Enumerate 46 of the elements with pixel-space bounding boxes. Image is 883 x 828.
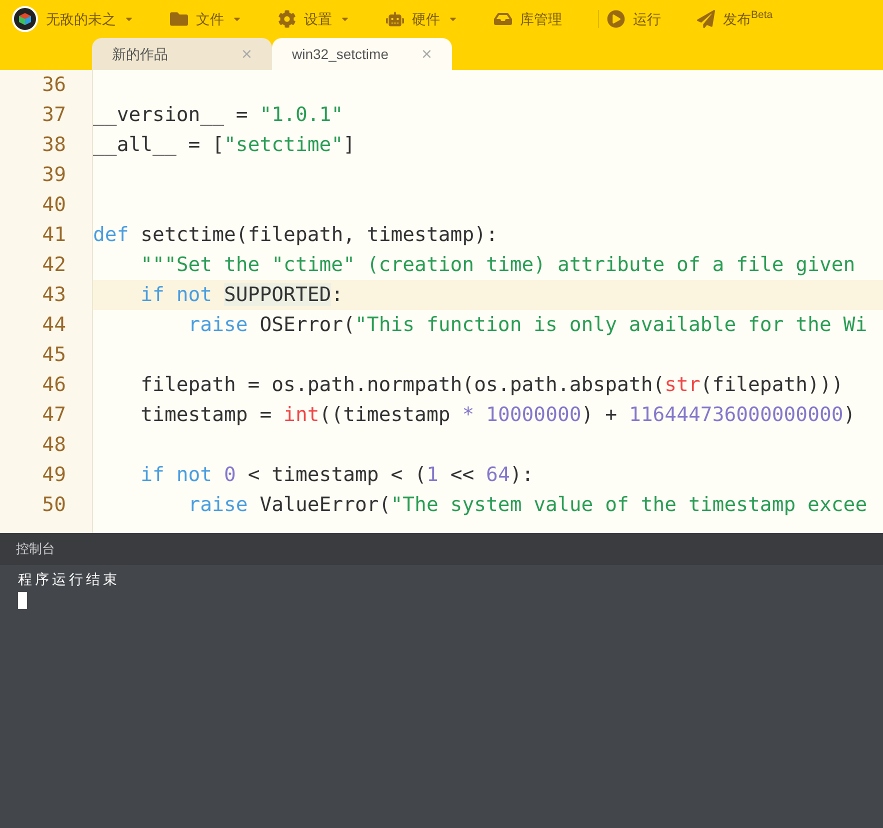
code-line: __version__ = "1.0.1" (93, 103, 344, 126)
line-number: 39 (41, 162, 67, 188)
robot-icon (386, 10, 404, 28)
code-line: filepath = os.path.normpath(os.path.abspath(str(filepath))) (140, 373, 844, 396)
line-number: 48 (41, 432, 67, 458)
text-cursor (18, 592, 27, 609)
play-icon (607, 10, 625, 28)
code-line: __all__ = ["setctime"] (93, 133, 356, 156)
menu-item[interactable]: 硬件 (386, 0, 458, 38)
code-line: if not 0 < timestamp < (1 << 64): (140, 463, 534, 486)
tab-label: win32_setctime (292, 44, 388, 64)
line-number: 50 (41, 492, 67, 518)
line-number: 41 (41, 222, 67, 248)
line-number: 44 (41, 312, 67, 338)
line-number: 49 (41, 462, 67, 488)
console-output: 程序运行结束 (18, 570, 121, 589)
line-number: 36 (41, 72, 67, 98)
folder-icon (170, 10, 188, 28)
console-title: 控制台 (16, 540, 55, 558)
code-line: def setctime(filepath, timestamp): (93, 223, 498, 246)
menu-item[interactable]: 库管理 (494, 0, 562, 38)
tab-label: 新的作品 (112, 44, 168, 64)
line-number: 37 (41, 102, 67, 128)
menu-item[interactable]: 文件 (170, 0, 242, 38)
close-tab-button[interactable]: × (421, 40, 432, 68)
code-line: raise OSError("This function is only available for the Wi (188, 313, 868, 336)
line-number: 43 (41, 282, 67, 308)
menu-item[interactable]: 无敌的未之 (12, 0, 134, 38)
menu-item[interactable]: 发布$^{Beta}$ (697, 0, 773, 38)
line-number: 40 (41, 192, 67, 218)
menu-item[interactable]: 设置 (278, 0, 350, 38)
line-number: 47 (41, 402, 67, 428)
line-number: 46 (41, 372, 67, 398)
settings-icon (278, 10, 296, 28)
menu-item[interactable]: 运行 (607, 0, 661, 38)
send-icon (697, 10, 715, 28)
line-number: 45 (41, 342, 67, 368)
inbox-icon (494, 10, 512, 28)
editor-tab[interactable]: 新的作品 × (92, 38, 272, 70)
line-number: 38 (41, 132, 67, 158)
code-line: """Set the "ctime" (creation time) attribute of a file given (140, 253, 856, 276)
avatar-icon (12, 6, 38, 32)
editor-tab[interactable]: win32_setctime × (272, 38, 452, 70)
code-line: timestamp = int((timestamp * 10000000) + 116444736000000000) (140, 403, 856, 426)
line-number: 42 (41, 252, 67, 278)
code-line: raise ValueError("The system value of the timestamp excee (188, 493, 868, 516)
